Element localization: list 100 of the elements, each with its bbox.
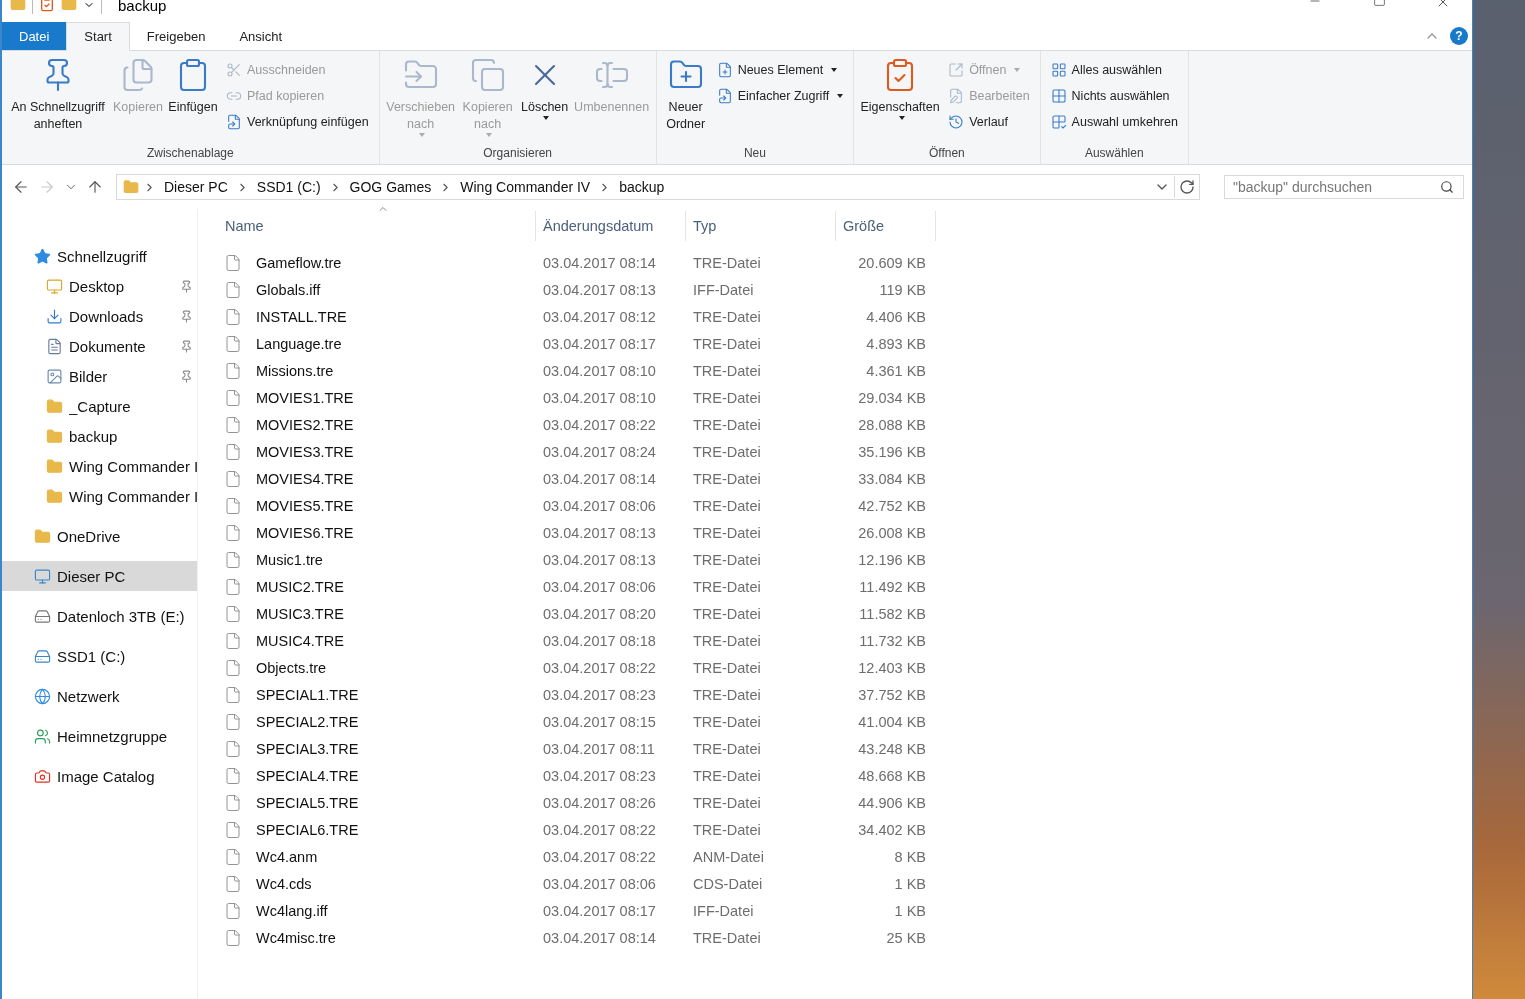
ribbon-button[interactable]: Neues Element bbox=[714, 59, 846, 81]
file-icon bbox=[224, 253, 242, 272]
file-name[interactable]: SPECIAL4.TRE bbox=[249, 767, 359, 784]
file-name[interactable]: MOVIES4.TRE bbox=[249, 470, 354, 487]
caret-icon bbox=[543, 116, 550, 120]
ribbon-button[interactable]: Eigenschaften bbox=[858, 55, 943, 122]
ribbon-button[interactable]: Verlauf bbox=[946, 111, 1032, 133]
sidebar-item[interactable]: Dokumente bbox=[2, 331, 197, 361]
file-name[interactable]: Music1.tre bbox=[249, 551, 323, 568]
table-cell-text: 03.04.2017 08:10 bbox=[542, 362, 657, 379]
table-cell-text: TRE-Datei bbox=[692, 524, 762, 541]
column-header[interactable]: Name bbox=[218, 211, 536, 241]
address-bar[interactable]: Dieser PC SSD1 (C:) GOG Games Wing Commander IV backup bbox=[116, 174, 1200, 200]
file-name[interactable]: Wc4.anm bbox=[249, 848, 318, 865]
file-name[interactable]: SPECIAL2.TRE bbox=[249, 713, 359, 730]
file-name[interactable]: SPECIAL5.TRE bbox=[249, 794, 359, 811]
file-icon bbox=[224, 388, 242, 407]
file-name[interactable]: MOVIES5.TRE bbox=[249, 497, 354, 514]
sidebar-icon bbox=[46, 397, 63, 415]
file-name[interactable]: MOVIES3.TRE bbox=[249, 443, 354, 460]
file-name[interactable]: Gameflow.tre bbox=[249, 254, 342, 271]
table-cell-text: TRE-Datei bbox=[692, 443, 762, 460]
file-name[interactable]: MOVIES2.TRE bbox=[249, 416, 354, 433]
sidebar-item[interactable]: Image Catalog bbox=[2, 761, 197, 791]
column-header[interactable]: Größe bbox=[836, 211, 936, 241]
sidebar-item[interactable]: Wing Commander I bbox=[2, 481, 197, 511]
sidebar-item[interactable]: Dieser PC bbox=[2, 561, 197, 591]
ribbon-button[interactable]: Alles auswählen bbox=[1048, 59, 1180, 81]
folder-icon bbox=[123, 179, 139, 195]
ribbon-button[interactable]: Auswahl umkehren bbox=[1048, 111, 1180, 133]
ribbon-button[interactable]: Einfügen bbox=[166, 55, 220, 118]
caret-icon bbox=[898, 116, 905, 120]
table-cell-text: 43.248 KB bbox=[857, 740, 927, 757]
file-name[interactable]: MUSIC2.TRE bbox=[249, 578, 344, 595]
sidebar-icon bbox=[46, 277, 63, 295]
file-icon bbox=[224, 820, 242, 839]
sidebar-item[interactable]: SSD1 (C:) bbox=[2, 641, 197, 671]
sidebar-item[interactable]: Wing Commander I bbox=[2, 451, 197, 481]
file-icon bbox=[224, 658, 242, 677]
ribbon-button[interactable]: Verknüpfung einfügen bbox=[224, 111, 371, 133]
table-cell-text: TRE-Datei bbox=[692, 470, 762, 487]
breadcrumb[interactable]: backup bbox=[615, 179, 669, 195]
sidebar-item[interactable]: Bilder bbox=[2, 361, 197, 391]
sidebar-item[interactable]: Desktop bbox=[2, 271, 197, 301]
ribbon-tab[interactable]: Datei bbox=[2, 22, 67, 50]
file-name[interactable]: Objects.tre bbox=[249, 659, 327, 676]
sidebar-icon bbox=[46, 457, 63, 475]
sidebar-icon bbox=[34, 567, 51, 585]
table-cell-text: TRE-Datei bbox=[692, 686, 762, 703]
table-cell-text: CDS-Datei bbox=[692, 875, 764, 892]
ribbon-button[interactable]: Neuer Ordner bbox=[660, 55, 711, 135]
file-icon bbox=[224, 604, 242, 623]
file-name[interactable]: Missions.tre bbox=[249, 362, 334, 379]
file-name[interactable]: Wc4.cds bbox=[249, 875, 312, 892]
breadcrumb[interactable]: Dieser PC bbox=[160, 179, 232, 195]
file-name[interactable]: MOVIES1.TRE bbox=[249, 389, 354, 406]
sidebar-item[interactable]: Heimnetzgruppe bbox=[2, 721, 197, 751]
table-cell-text: 119 KB bbox=[878, 281, 927, 298]
ribbon-icon bbox=[948, 114, 965, 130]
ribbon-button[interactable]: Löschen bbox=[517, 55, 572, 122]
column-header[interactable]: Änderungsdatum bbox=[536, 211, 686, 241]
breadcrumb[interactable]: GOG Games bbox=[345, 179, 436, 195]
table-cell-text: TRE-Datei bbox=[692, 416, 762, 433]
file-name[interactable]: Globals.iff bbox=[249, 281, 321, 298]
file-name[interactable]: Language.tre bbox=[249, 335, 342, 352]
help-button[interactable]: ? bbox=[1450, 27, 1468, 45]
table-cell-text: 29.034 KB bbox=[857, 389, 927, 406]
table-cell-text: TRE-Datei bbox=[692, 929, 762, 946]
sidebar-item[interactable]: Netzwerk bbox=[2, 681, 197, 711]
table-cell-text: 03.04.2017 08:22 bbox=[542, 416, 657, 433]
up-button[interactable] bbox=[86, 178, 104, 196]
ribbon-button[interactable]: An Schnellzugriff anheften bbox=[6, 55, 110, 135]
column-header[interactable]: Typ bbox=[686, 211, 836, 241]
file-name[interactable]: MOVIES6.TRE bbox=[249, 524, 354, 541]
table-cell-text: TRE-Datei bbox=[692, 794, 762, 811]
ribbon-tab[interactable]: Start bbox=[66, 22, 130, 51]
sidebar-item[interactable]: Datenloch 3TB (E:) bbox=[2, 601, 197, 631]
sidebar-item[interactable]: _Capture bbox=[2, 391, 197, 421]
file-name[interactable]: SPECIAL3.TRE bbox=[249, 740, 359, 757]
sidebar-item[interactable]: OneDrive bbox=[2, 521, 197, 551]
breadcrumb[interactable]: SSD1 (C:) bbox=[252, 179, 325, 195]
file-name[interactable]: MUSIC4.TRE bbox=[249, 632, 344, 649]
file-name[interactable]: Wc4misc.tre bbox=[249, 929, 336, 946]
table-cell-text: TRE-Datei bbox=[692, 497, 762, 514]
file-name[interactable]: INSTALL.TRE bbox=[249, 308, 347, 325]
table-cell-text: 11.492 KB bbox=[858, 578, 927, 595]
sidebar-item[interactable]: Schnellzugriff bbox=[2, 241, 197, 271]
ribbon-button[interactable]: Einfacher Zugriff bbox=[714, 85, 846, 107]
sidebar-item[interactable]: backup bbox=[2, 421, 197, 451]
file-name[interactable]: SPECIAL1.TRE bbox=[249, 686, 359, 703]
sidebar-item[interactable]: Downloads bbox=[2, 301, 197, 331]
file-name[interactable]: SPECIAL6.TRE bbox=[249, 821, 359, 838]
search-field[interactable]: "backup" durchsuchen bbox=[1224, 175, 1464, 199]
breadcrumb[interactable]: Wing Commander IV bbox=[456, 179, 595, 195]
file-name[interactable]: MUSIC3.TRE bbox=[249, 605, 344, 622]
ribbon-button[interactable]: Nichts auswählen bbox=[1048, 85, 1180, 107]
properties-icon[interactable] bbox=[39, 0, 55, 12]
table-cell-text: 03.04.2017 08:06 bbox=[542, 578, 657, 595]
back-button[interactable] bbox=[12, 178, 30, 196]
file-name[interactable]: Wc4lang.iff bbox=[249, 902, 328, 919]
